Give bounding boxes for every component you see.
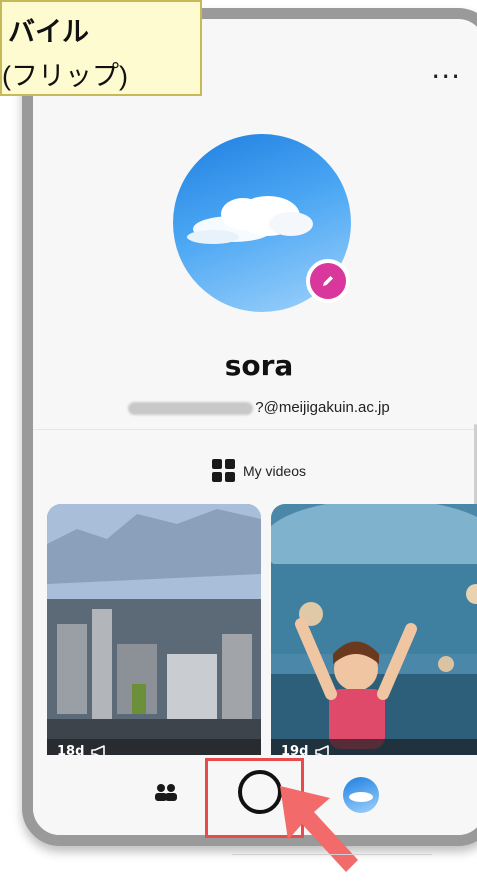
bottom-rule (232, 854, 432, 855)
user-email: ?@meijigakuin.ac.jp (33, 399, 477, 416)
divider (33, 429, 477, 430)
video-card[interactable]: 19d (271, 504, 477, 774)
phone-frame: ... sora ?@meijigakuin.ac.jp My videos 1… (22, 8, 477, 846)
callout-subtitle: (フリップ) (2, 61, 128, 91)
video-card[interactable]: 18d (47, 504, 261, 774)
user-name: sora (224, 349, 294, 382)
callout-title: バイル (8, 17, 89, 47)
pencil-icon (323, 276, 333, 286)
edit-avatar-button[interactable] (306, 259, 350, 303)
video-thumbnail (271, 504, 477, 774)
email-redaction (128, 401, 254, 415)
friends-icon (155, 784, 177, 801)
profile-screen: ... sora ?@meijigakuin.ac.jp My videos 1… (33, 19, 477, 835)
grid-icon (211, 459, 235, 482)
video-thumbnail (47, 504, 261, 774)
friends-button[interactable] (153, 783, 179, 806)
arrow-icon (280, 786, 358, 872)
more-options-button[interactable]: ... (431, 55, 461, 83)
tab-my-videos[interactable]: My videos (33, 459, 477, 482)
annotation-callout: バイル (フリップ) (0, 0, 202, 96)
tab-my-videos-label: My videos (242, 462, 307, 479)
email-text: ?@meijigakuin.ac.jp (255, 399, 390, 416)
